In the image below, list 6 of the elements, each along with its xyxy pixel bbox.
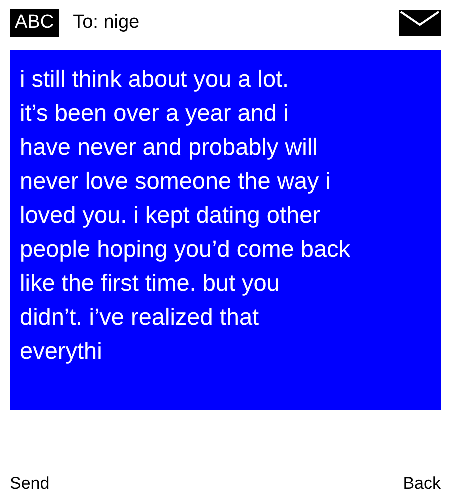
message-field[interactable]: i still think about you a lot. it’s been over a year and i have never and probably will never love someone the way i loved you. i kept dating other people hoping you’d come back like the first time. but you didn’t. i’ve realized that everythi bbox=[10, 50, 441, 410]
input-mode-label: ABC bbox=[10, 8, 60, 36]
envelope-icon bbox=[399, 10, 441, 36]
recipient-label: To: nige bbox=[73, 12, 141, 34]
send-softkey[interactable]: Send bbox=[10, 474, 50, 494]
back-softkey[interactable]: Back bbox=[403, 474, 441, 494]
